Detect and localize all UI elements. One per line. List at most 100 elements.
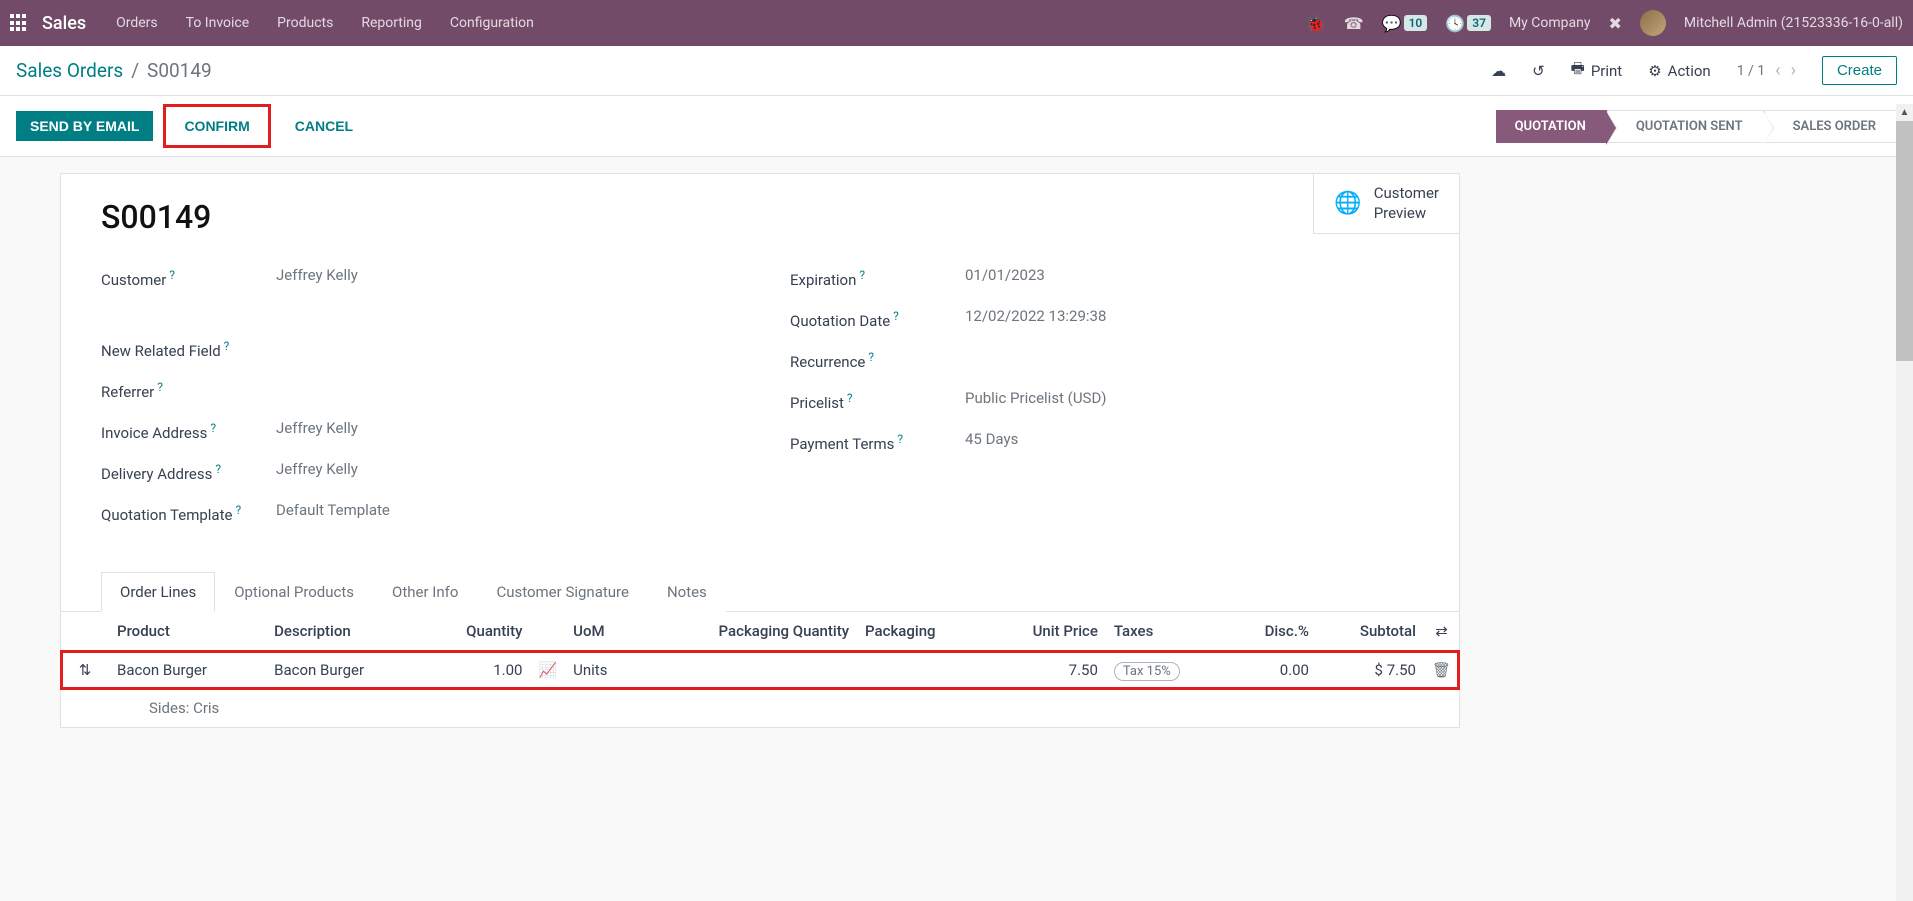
print-button[interactable]: 🖶Print: [1571, 58, 1623, 83]
form-sheet: 🌐 Customer Preview S00149 Customer ? Jef…: [60, 173, 1460, 728]
clock-icon: 🕓: [1445, 14, 1465, 33]
action-button[interactable]: ⚙ Action: [1648, 62, 1710, 80]
delete-row-icon[interactable]: 🗑: [1432, 661, 1451, 679]
bug-icon[interactable]: 🐞: [1306, 14, 1326, 33]
value-pricelist[interactable]: Public Pricelist (USD): [965, 389, 1107, 407]
status-quotation-sent[interactable]: QUOTATION SENT: [1607, 110, 1764, 143]
pager-next-icon[interactable]: ›: [1791, 60, 1796, 81]
cloud-icon[interactable]: ☁: [1491, 62, 1506, 80]
form-col-right: Expiration ? 01/01/2023 Quotation Date ?…: [790, 266, 1419, 542]
breadcrumb-parent[interactable]: Sales Orders: [16, 59, 123, 82]
control-actions: ☁ ↺ 🖶Print ⚙ Action 1 / 1 ‹ › Create: [1491, 56, 1897, 85]
tools-icon[interactable]: ✖: [1608, 14, 1621, 33]
table-row[interactable]: ⇅ Bacon Burger Bacon Burger 1.00 📈 Units…: [61, 651, 1459, 690]
tab-optional-products[interactable]: Optional Products: [215, 572, 373, 612]
form-col-left: Customer ? Jeffrey Kelly New Related Fie…: [101, 266, 730, 542]
action-label: Action: [1668, 62, 1711, 80]
cell-subtotal: $ 7.50: [1317, 651, 1424, 690]
globe-icon: 🌐: [1334, 191, 1361, 216]
chat-icon: 💬: [1382, 14, 1402, 33]
tabs: Order Lines Optional Products Other Info…: [61, 572, 1459, 612]
value-expiration[interactable]: 01/01/2023: [965, 266, 1045, 284]
breadcrumb-current: S00149: [147, 59, 212, 82]
tax-pill: Tax 15%: [1114, 662, 1180, 681]
pager-text: 1 / 1: [1737, 63, 1765, 79]
status-bar: QUOTATION QUOTATION SENT SALES ORDER: [1496, 110, 1897, 143]
apps-icon[interactable]: [10, 14, 28, 32]
columns-options-icon[interactable]: ⇄: [1435, 622, 1448, 640]
tab-notes[interactable]: Notes: [648, 572, 726, 612]
cell-disc[interactable]: 0.00: [1227, 651, 1317, 690]
col-description: Description: [266, 612, 423, 651]
label-pricelist: Pricelist ?: [790, 389, 965, 412]
user-name[interactable]: Mitchell Admin (21523336-16-0-all): [1684, 15, 1903, 31]
nav-orders[interactable]: Orders: [116, 15, 158, 31]
value-quote-date[interactable]: 12/02/2022 13:29:38: [965, 307, 1106, 325]
drag-handle-icon[interactable]: ⇅: [61, 651, 109, 690]
tab-customer-signature[interactable]: Customer Signature: [477, 572, 648, 612]
undo-icon[interactable]: ↺: [1532, 62, 1545, 80]
app-brand[interactable]: Sales: [42, 13, 86, 34]
top-nav: Sales Orders To Invoice Products Reporti…: [0, 0, 1913, 46]
support-icon[interactable]: ☎: [1344, 14, 1364, 33]
scroll-up-icon[interactable]: ▲: [1896, 104, 1913, 121]
label-payment-terms: Payment Terms ?: [790, 430, 965, 453]
status-sales-order[interactable]: SALES ORDER: [1764, 110, 1897, 143]
label-delivery-addr: Delivery Address ?: [101, 460, 276, 483]
value-invoice-addr[interactable]: Jeffrey Kelly: [276, 419, 358, 437]
cancel-button[interactable]: CANCEL: [281, 111, 367, 141]
pager-prev-icon[interactable]: ‹: [1775, 60, 1780, 81]
main: 🌐 Customer Preview S00149 Customer ? Jef…: [0, 157, 1913, 728]
avatar[interactable]: [1640, 10, 1666, 36]
value-delivery-addr[interactable]: Jeffrey Kelly: [276, 460, 358, 478]
cell-pkg-qty[interactable]: [640, 651, 857, 690]
forecast-icon[interactable]: 📈: [538, 661, 557, 679]
order-lines-table-wrap: Product Description Quantity UoM Packagi…: [61, 612, 1459, 727]
cell-product[interactable]: Bacon Burger: [109, 651, 266, 690]
label-customer: Customer ?: [101, 266, 276, 289]
nav-menu: Orders To Invoice Products Reporting Con…: [116, 15, 1306, 31]
value-payment-terms[interactable]: 45 Days: [965, 430, 1018, 448]
breadcrumb: Sales Orders / S00149: [16, 59, 212, 82]
col-packaging: Packaging: [857, 612, 985, 651]
value-quote-tmpl[interactable]: Default Template: [276, 501, 390, 519]
create-button[interactable]: Create: [1822, 56, 1897, 85]
section-text[interactable]: Sides: Cris: [109, 689, 1459, 727]
confirm-highlight: CONFIRM: [163, 104, 270, 148]
tab-other-info[interactable]: Other Info: [373, 572, 477, 612]
confirm-button[interactable]: CONFIRM: [170, 111, 263, 141]
cell-packaging[interactable]: [857, 651, 985, 690]
gear-icon: ⚙: [1648, 62, 1661, 80]
activities-button[interactable]: 🕓 37: [1445, 14, 1491, 33]
cell-uom[interactable]: Units: [565, 651, 640, 690]
col-taxes: Taxes: [1106, 612, 1228, 651]
cell-taxes[interactable]: Tax 15%: [1106, 651, 1228, 690]
label-quote-date: Quotation Date ?: [790, 307, 965, 330]
col-product: Product: [109, 612, 266, 651]
send-email-button[interactable]: SEND BY EMAIL: [16, 111, 153, 141]
print-label: Print: [1591, 62, 1622, 80]
nav-products[interactable]: Products: [277, 15, 333, 31]
label-new-related: New Related Field ?: [101, 337, 276, 360]
value-customer[interactable]: Jeffrey Kelly: [276, 266, 358, 284]
order-name: S00149: [101, 198, 1419, 236]
label-recurrence: Recurrence ?: [790, 348, 965, 371]
nav-reporting[interactable]: Reporting: [361, 15, 422, 31]
label-expiration: Expiration ?: [790, 266, 965, 289]
scrollbar-thumb[interactable]: [1896, 121, 1913, 361]
cell-quantity[interactable]: 1.00: [423, 651, 530, 690]
customer-preview-button[interactable]: 🌐 Customer Preview: [1313, 174, 1459, 234]
company-selector[interactable]: My Company: [1509, 15, 1591, 31]
cell-description[interactable]: Bacon Burger: [266, 651, 423, 690]
tab-order-lines[interactable]: Order Lines: [101, 572, 215, 612]
cell-unit-price[interactable]: 7.50: [985, 651, 1106, 690]
nav-configuration[interactable]: Configuration: [450, 15, 534, 31]
col-subtotal: Subtotal: [1317, 612, 1424, 651]
col-pkg-qty: Packaging Quantity: [640, 612, 857, 651]
nav-to-invoice[interactable]: To Invoice: [186, 15, 250, 31]
form-grid: Customer ? Jeffrey Kelly New Related Fie…: [101, 266, 1419, 542]
col-disc: Disc.%: [1227, 612, 1317, 651]
messages-button[interactable]: 💬 10: [1382, 14, 1428, 33]
status-quotation[interactable]: QUOTATION: [1496, 110, 1607, 143]
scrollbar[interactable]: ▲: [1896, 104, 1913, 901]
